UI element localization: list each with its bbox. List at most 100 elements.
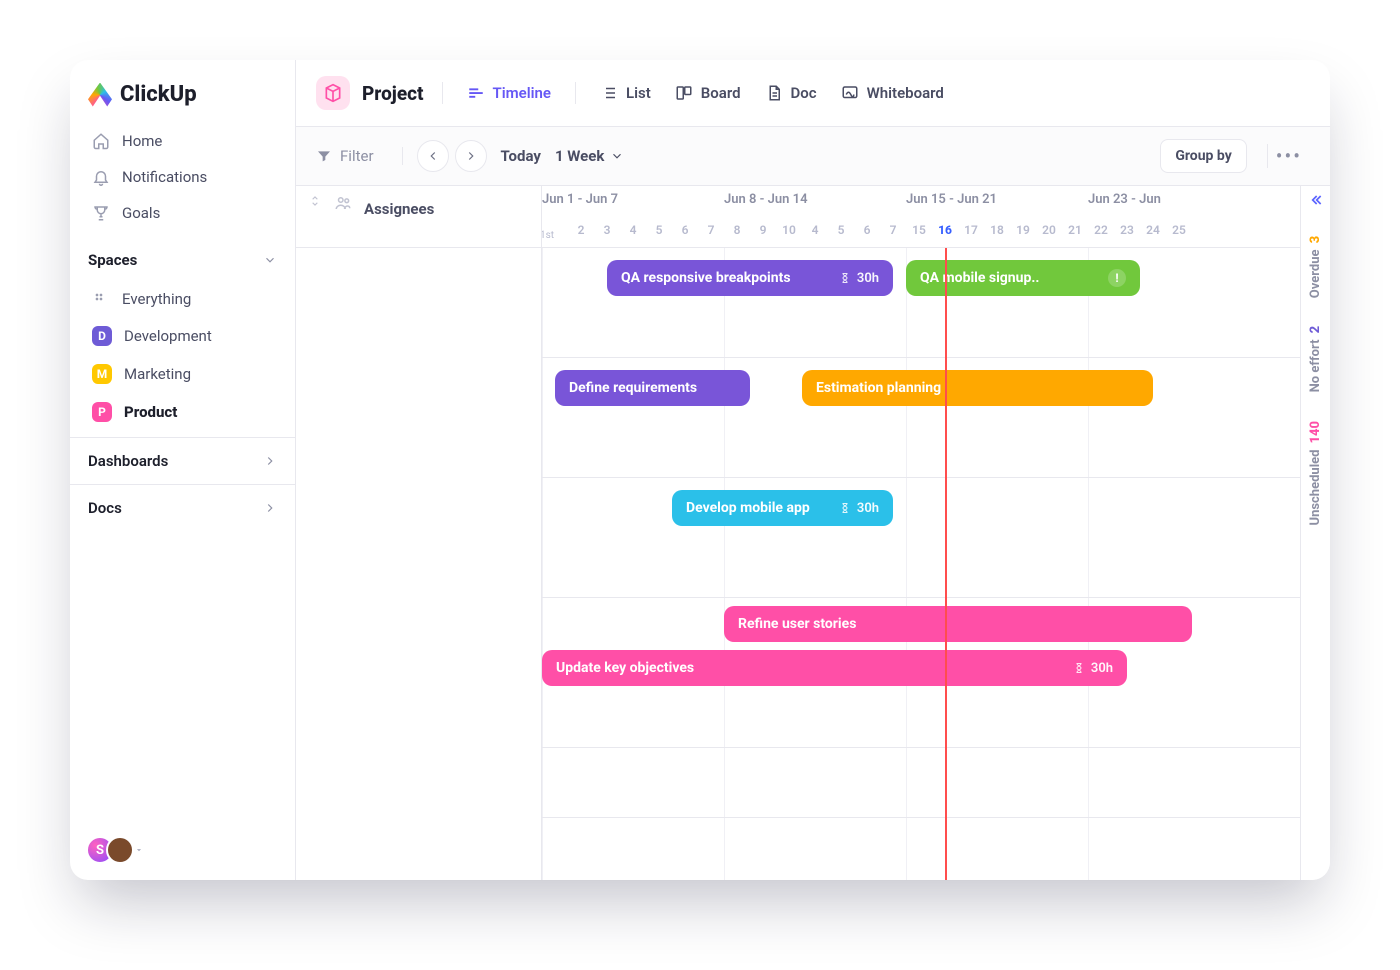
tab-timeline[interactable]: Timeline — [467, 80, 551, 106]
tab-label: Doc — [791, 84, 817, 102]
task-effort: 30h — [839, 501, 879, 516]
section-dashboards: Dashboards — [70, 437, 295, 484]
day-cell: 6 — [854, 223, 880, 237]
divider — [442, 82, 443, 104]
day-cell: 5 — [646, 223, 672, 237]
space-development[interactable]: D Development — [80, 317, 285, 355]
collapse-rail-button[interactable] — [1308, 192, 1324, 208]
avatar-group: S — [86, 836, 126, 864]
grouping-label: Assignees — [364, 194, 434, 218]
date-nav — [417, 140, 487, 172]
range-selector[interactable]: 1 Week — [555, 147, 624, 165]
rail-label: Overdue — [1308, 250, 1323, 299]
tab-doc[interactable]: Doc — [765, 80, 817, 106]
day-cell: 18 — [984, 223, 1010, 237]
swimlane: IvanUnscheduled tasksRefine user stories… — [542, 598, 1330, 748]
chevron-down-icon — [610, 149, 624, 163]
day-cell: 21 — [1062, 223, 1088, 237]
today-button[interactable]: Today — [501, 147, 541, 165]
task-label: Estimation planning — [816, 380, 941, 396]
brand-name: ClickUp — [120, 82, 197, 107]
home-icon — [92, 132, 110, 150]
day-cell: 23 — [1114, 223, 1140, 237]
groupby-button[interactable]: Group by — [1160, 139, 1246, 173]
week-label: Jun 15 - Jun 21 — [906, 192, 997, 207]
space-label: Product — [124, 403, 177, 421]
task-effort: 30h — [1073, 661, 1113, 676]
tab-board[interactable]: Board — [675, 80, 741, 106]
task-label: Develop mobile app — [686, 500, 810, 516]
task-bar[interactable]: QA mobile signup..! — [906, 260, 1140, 296]
list-icon — [600, 84, 618, 102]
hourglass-icon — [839, 271, 851, 285]
nav-label: Notifications — [122, 168, 207, 186]
rail-overdue[interactable]: Overdue 3 — [1308, 236, 1323, 298]
toolbar: Filter Today 1 Week Group by ••• — [296, 127, 1330, 186]
alert-icon: ! — [1108, 269, 1126, 287]
spaces-header-label: Spaces — [88, 251, 137, 269]
day-cell: 8 — [724, 223, 750, 237]
rail-noeffort[interactable]: No effort 2 — [1308, 326, 1323, 392]
task-bar[interactable]: Define requirements — [555, 370, 750, 406]
nav-dashboards[interactable]: Dashboards — [70, 438, 295, 484]
rail-count: 3 — [1308, 236, 1323, 244]
timeline: Assignees Jun 1 - Jun 7Jun 8 - Jun 14Jun… — [296, 186, 1330, 880]
grouping-header[interactable]: Assignees — [296, 186, 541, 248]
swimlane: AmyUnscheduled tasksDefine requirementsE… — [542, 358, 1330, 478]
task-bar[interactable]: Develop mobile app 30h — [672, 490, 893, 526]
timeline-icon — [467, 84, 485, 102]
day-cell: 20 — [1036, 223, 1062, 237]
nav-goals[interactable]: Goals — [80, 195, 285, 231]
topbar: Project Timeline List — [296, 60, 1330, 127]
task-label: QA mobile signup.. — [920, 270, 1039, 286]
prev-button[interactable] — [417, 140, 449, 172]
swimlanes: WilliamUnscheduled tasksQA responsive br… — [542, 248, 1330, 880]
nav-label: Home — [122, 132, 162, 150]
task-bar[interactable]: Estimation planning — [802, 370, 1153, 406]
task-label: Refine user stories — [738, 616, 856, 632]
space-badge-icon: D — [92, 326, 112, 346]
people-icon — [334, 194, 352, 212]
hourglass-icon — [1073, 661, 1085, 675]
more-button[interactable]: ••• — [1267, 144, 1310, 168]
range-label: 1 Week — [555, 147, 604, 165]
tab-whiteboard[interactable]: Whiteboard — [841, 80, 944, 106]
timeline-canvas[interactable]: Jun 1 - Jun 7 Jun 8 - Jun 14 Jun 15 - Jun … — [542, 186, 1330, 880]
calendar-header: Jun 1 - Jun 7 Jun 8 - Jun 14 Jun 15 - Jun … — [542, 186, 1330, 248]
tab-label: List — [626, 84, 651, 102]
rail-count: 2 — [1308, 326, 1323, 334]
spaces-header[interactable]: Spaces — [70, 237, 295, 275]
user-menu[interactable]: S — [70, 820, 295, 880]
task-label: QA responsive breakpoints — [621, 270, 791, 286]
rail-unscheduled[interactable]: Unscheduled 140 — [1308, 421, 1323, 526]
space-marketing[interactable]: M Marketing — [80, 355, 285, 393]
today-indicator — [945, 248, 947, 880]
next-button[interactable] — [455, 140, 487, 172]
day-cell: 9 — [750, 223, 776, 237]
trophy-icon — [92, 204, 110, 222]
filter-label: Filter — [340, 147, 374, 165]
nav-docs[interactable]: Docs — [70, 485, 295, 531]
nav-label: Everything — [122, 290, 191, 308]
task-bar[interactable]: Refine user stories — [724, 606, 1192, 642]
swimlane-unassigned: Unassigned — [542, 748, 1330, 818]
space-label: Development — [124, 327, 212, 345]
task-bar[interactable]: Update key objectives30h — [542, 650, 1127, 686]
tab-label: Board — [701, 84, 741, 102]
doc-icon — [765, 84, 783, 102]
nav-everything[interactable]: Everything — [80, 281, 285, 317]
divider — [575, 82, 576, 104]
day-cell: 3 — [594, 223, 620, 237]
week-label: Jun 1 - Jun 7 — [542, 192, 618, 207]
main-area: Project Timeline List — [296, 60, 1330, 880]
tab-list[interactable]: List — [600, 80, 651, 106]
nav-notifications[interactable]: Notifications — [80, 159, 285, 195]
space-product[interactable]: P Product — [80, 393, 285, 431]
filter-button[interactable]: Filter — [316, 147, 403, 165]
task-label: Define requirements — [569, 380, 697, 396]
week-label: Jun 8 - Jun 14 — [724, 192, 808, 207]
task-bar[interactable]: QA responsive breakpoints30h — [607, 260, 893, 296]
nav-home[interactable]: Home — [80, 123, 285, 159]
day-cell: 7 — [880, 223, 906, 237]
clickup-logo-icon — [88, 83, 112, 107]
